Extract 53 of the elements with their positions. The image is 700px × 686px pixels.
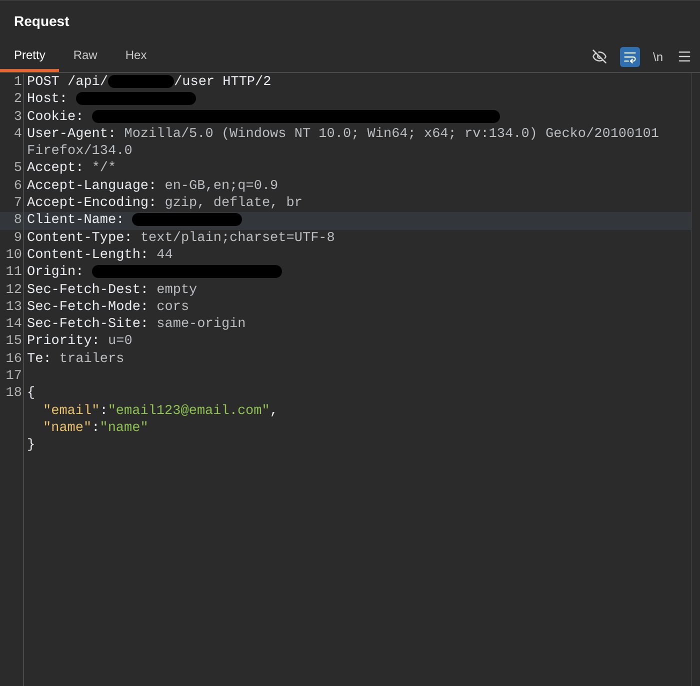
header-line: Priority: u=0 xyxy=(27,334,132,350)
newline-toggle[interactable]: \n xyxy=(650,48,666,66)
line-number: 15 xyxy=(4,333,22,351)
line-number: 7 xyxy=(12,195,22,212)
line-number: 3 xyxy=(12,108,22,126)
line-number: 11 xyxy=(4,264,22,282)
view-tab[interactable]: Pretty xyxy=(0,41,60,72)
text-wrap-icon xyxy=(622,50,637,64)
line-number: 9 xyxy=(12,230,22,247)
header-line: Origin: xyxy=(27,265,84,280)
line-number: 14 xyxy=(4,316,22,334)
header-line: Accept-Encoding: gzip, deflate, br xyxy=(27,196,302,212)
header-line: Accept: */* xyxy=(27,161,116,176)
panel-title: Request xyxy=(14,12,70,31)
view-tab[interactable]: Raw xyxy=(59,41,112,72)
header-line: Host: xyxy=(27,92,68,108)
line-number: 18 xyxy=(4,385,22,404)
line-number: 16 xyxy=(4,350,22,368)
header-line: Te: trailers xyxy=(27,352,124,367)
line-number: 1 xyxy=(12,74,22,92)
line-number: 17 xyxy=(4,368,22,386)
header-line: Sec-Fetch-Dest: empty xyxy=(27,282,198,298)
line-number: 10 xyxy=(4,246,22,264)
header-line: Accept-Language: en-GB,en;q=0.9 xyxy=(27,178,278,194)
eye-off-icon xyxy=(592,49,608,64)
line-number: 2 xyxy=(12,91,22,109)
json-key: "email" xyxy=(43,404,100,419)
wrap-toggle[interactable] xyxy=(620,46,640,66)
json-brace: { xyxy=(27,385,36,403)
line-number: 6 xyxy=(12,178,22,196)
view-tab[interactable]: Hex xyxy=(111,41,161,72)
header-line: Sec-Fetch-Site: same-origin xyxy=(27,317,246,332)
line-number: 4 xyxy=(12,126,22,144)
json-separator: : xyxy=(100,404,108,419)
header-line: Cookie: xyxy=(27,110,84,125)
line-number: 5 xyxy=(12,160,22,178)
json-string: "name" xyxy=(100,420,148,436)
line-number: 13 xyxy=(4,298,22,316)
request-line-text: /user HTTP/2 xyxy=(174,75,272,90)
header-line: Content-Length: 44 xyxy=(27,248,173,263)
json-key: "name" xyxy=(43,420,92,436)
header-line: Sec-Fetch-Mode: cors xyxy=(27,300,190,315)
json-string: "email123@email.com" xyxy=(108,404,270,419)
header-line: User-Agent: Mozilla/5.0 (Windows NT 10.0; Win64; x64; rv:134.0) Gecko/20100101 Firefox/134.0 xyxy=(27,126,660,160)
request-line-text: POST /api/ xyxy=(27,75,108,90)
json-brace: } xyxy=(27,437,36,455)
json-comma: , xyxy=(270,404,278,419)
line-number: 8 xyxy=(12,212,22,230)
header-line: Content-Type: text/plain;charset=UTF-8 xyxy=(27,230,335,246)
line-number: 12 xyxy=(4,282,22,299)
menu-icon xyxy=(676,49,692,64)
json-separator: : xyxy=(92,420,100,436)
header-line: Client-Name: xyxy=(27,213,124,228)
